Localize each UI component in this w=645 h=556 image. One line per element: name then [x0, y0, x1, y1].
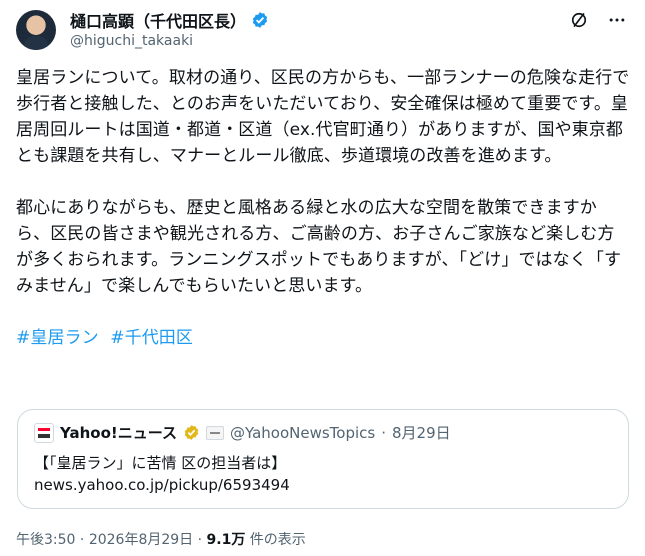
tweet-body: 皇居ランについて。取材の通り、区民の方からも、一部ランナーの危険な走行で歩行者と… — [16, 65, 631, 351]
view-label: 件の表示 — [249, 532, 306, 548]
tweet-header: 樋口高顕（千代田区長） @higuchi_takaaki — [16, 6, 629, 54]
affiliate-badge-icon — [206, 425, 224, 440]
quote-card-header: Yahoo!ニュース @YahooNewsTopics · 8月29日 — [34, 422, 451, 443]
header-actions — [569, 10, 627, 30]
slash-circle-icon[interactable] — [569, 10, 589, 30]
yahoo-news-logo-icon — [34, 422, 54, 443]
author-handle[interactable]: @higuchi_takaaki — [70, 33, 193, 49]
meta-separator: · — [197, 532, 203, 548]
meta-separator: · — [79, 532, 85, 548]
more-icon[interactable] — [607, 10, 627, 30]
author-name-line[interactable]: 樋口高顕（千代田区長） — [70, 8, 269, 32]
author-name[interactable]: 樋口高顕（千代田区長） — [70, 8, 246, 32]
avatar[interactable] — [16, 10, 56, 50]
quote-separator: · — [381, 423, 387, 442]
hashtag-link[interactable]: #皇居ラン — [16, 328, 99, 348]
verified-badge-icon — [252, 12, 268, 28]
tweet-paragraph: 都心にありながらも、歴史と風格ある緑と水の広大な空間を散策できますから、区民の皆… — [16, 198, 622, 296]
view-count: 9.1万 — [206, 532, 246, 548]
gold-verified-badge-icon — [184, 425, 199, 440]
hashtag-list: #皇居ラン #千代田区 — [16, 325, 631, 351]
quote-source-handle[interactable]: @YahooNewsTopics — [230, 424, 375, 442]
quote-date[interactable]: 8月29日 — [392, 422, 451, 443]
quote-title: 【「皇居ラン」に苦情 区の担当者は】 — [34, 454, 287, 472]
tweet-paragraph: 皇居ランについて。取材の通り、区民の方からも、一部ランナーの危険な走行で歩行者と… — [16, 68, 630, 166]
quote-card[interactable]: Yahoo!ニュース @YahooNewsTopics · 8月29日 【「皇居… — [17, 409, 629, 509]
quote-source-name[interactable]: Yahoo!ニュース — [60, 422, 177, 443]
tweet-date[interactable]: 2026年8月29日 — [89, 532, 193, 548]
tweet-time[interactable]: 午後3:50 — [16, 532, 75, 548]
tweet-meta: 午後3:50 · 2026年8月29日 · 9.1万 件の表示 — [16, 529, 306, 549]
hashtag-link[interactable]: #千代田区 — [110, 328, 193, 348]
quote-url[interactable]: news.yahoo.co.jp/pickup/6593494 — [34, 476, 290, 494]
